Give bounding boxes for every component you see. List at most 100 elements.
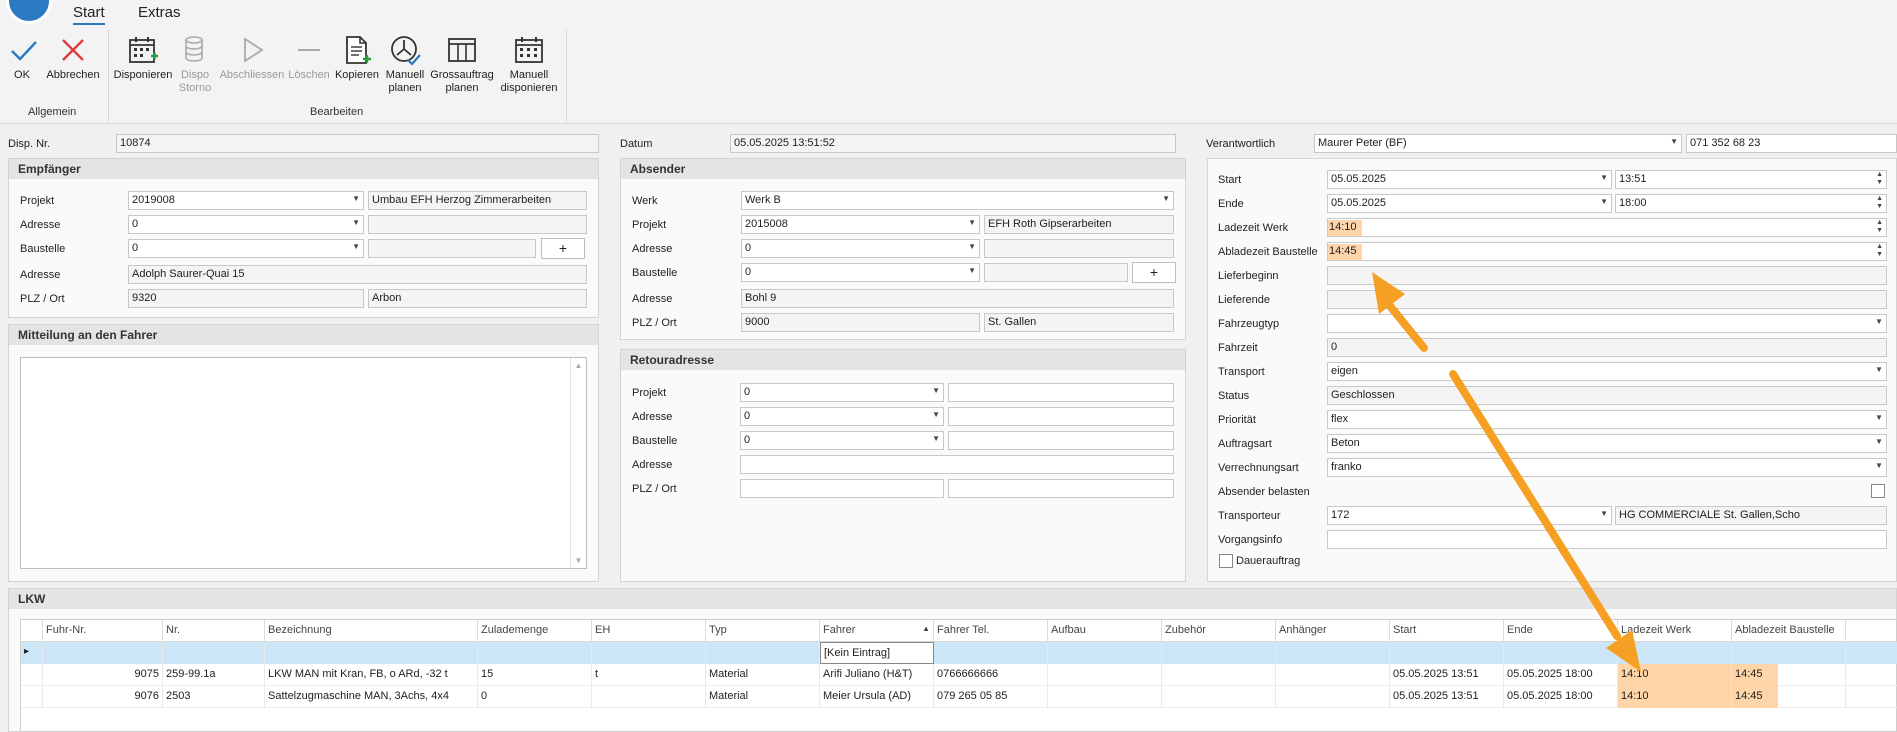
fahrzeugtyp-select[interactable]: ▼ (1327, 314, 1887, 333)
new-row-cell[interactable] (1504, 642, 1618, 664)
ende-date-select[interactable]: 05.05.2025 ▼ (1327, 194, 1612, 213)
table-cell[interactable] (1162, 686, 1276, 708)
table-cell[interactable] (1276, 686, 1390, 708)
ret-plz-field[interactable] (740, 479, 944, 498)
table-cell[interactable]: Meier Ursula (AD) (820, 686, 934, 708)
table-cell[interactable]: 05.05.2025 13:51 (1390, 664, 1504, 686)
table-cell[interactable]: 0766666666 (934, 664, 1048, 686)
new-row-cell[interactable] (592, 642, 706, 664)
new-row-cell[interactable] (934, 642, 1048, 664)
ret-adresse-text[interactable] (948, 407, 1174, 426)
new-row-cell[interactable] (1162, 642, 1276, 664)
table-cell[interactable]: 9075 (43, 664, 163, 686)
column-header[interactable]: Zulademenge (478, 620, 592, 642)
new-row-cell[interactable] (1276, 642, 1390, 664)
column-header[interactable]: Ende (1504, 620, 1618, 642)
new-row-cell[interactable] (1732, 642, 1846, 664)
table-cell[interactable]: 14:45 (1732, 664, 1846, 686)
ret-projekt-select[interactable]: 0 ▼ (740, 383, 944, 402)
table-cell[interactable]: 05.05.2025 13:51 (1390, 686, 1504, 708)
table-cell[interactable]: Material (706, 686, 820, 708)
column-header[interactable]: Start (1390, 620, 1504, 642)
table-row[interactable]: 9075 259-99.1a LKW MAN mit Kran, FB, o ARd… (21, 664, 1897, 686)
manuell-disponieren-button[interactable]: Manuell disponieren (498, 34, 560, 95)
grossauftrag-planen-button[interactable]: Grossauftrag planen (430, 34, 494, 95)
loeschen-button[interactable]: Löschen (288, 34, 330, 82)
empf-add-baustelle-button[interactable]: + (541, 238, 585, 259)
table-cell[interactable]: 0 (478, 686, 592, 708)
dispo-storno-button[interactable]: Dispo Storno (175, 34, 215, 95)
table-cell[interactable]: 05.05.2025 18:00 (1504, 686, 1618, 708)
table-cell[interactable]: 14:10 (1618, 686, 1732, 708)
new-row-cell[interactable] (706, 642, 820, 664)
ret-ort-field[interactable] (948, 479, 1174, 498)
column-header[interactable]: Zubehör (1162, 620, 1276, 642)
datum-field[interactable]: 05.05.2025 13:51:52 (730, 134, 1176, 153)
table-cell[interactable] (1048, 686, 1162, 708)
table-cell[interactable]: Material (706, 664, 820, 686)
new-row-cell[interactable] (265, 642, 478, 664)
abschliessen-button[interactable]: Abschliessen (219, 34, 285, 82)
prioritaet-select[interactable]: flex ▼ (1327, 410, 1887, 429)
vorgangsinfo-field[interactable] (1327, 530, 1887, 549)
column-header[interactable]: Abladezeit Baustelle (1732, 620, 1846, 642)
table-cell[interactable]: 079 265 05 85 (934, 686, 1048, 708)
ende-time-spinner[interactable]: 18:00 ▲ ▼ (1615, 194, 1887, 213)
column-header[interactable]: Typ (706, 620, 820, 642)
table-cell[interactable] (1276, 664, 1390, 686)
absender-belasten-checkbox[interactable] (1871, 484, 1885, 498)
verrechnungsart-select[interactable]: franko ▼ (1327, 458, 1887, 477)
table-cell[interactable] (592, 686, 706, 708)
auftragsart-select[interactable]: Beton ▼ (1327, 434, 1887, 453)
abladezeit-spinner[interactable]: 14:45 ▲ ▼ (1327, 242, 1887, 261)
table-cell[interactable]: 9076 (43, 686, 163, 708)
verantwortlich-select[interactable]: Maurer Peter (BF) ▼ (1314, 134, 1682, 153)
manuell-planen-button[interactable]: Manuell planen (382, 34, 428, 95)
column-header[interactable]: Fahrer Tel. (934, 620, 1048, 642)
table-cell[interactable] (1048, 664, 1162, 686)
column-header[interactable]: EH (592, 620, 706, 642)
mitteilung-textarea[interactable]: ▲ ▼ (20, 357, 587, 569)
new-row-cell[interactable] (43, 642, 163, 664)
tab-extras[interactable]: Extras (138, 4, 181, 21)
abs-projekt-select[interactable]: 2015008 ▼ (741, 215, 980, 234)
column-header[interactable]: Nr. (163, 620, 265, 642)
dauerauftrag-checkbox[interactable] (1219, 554, 1233, 568)
column-header[interactable]: Bezeichnung (265, 620, 478, 642)
disponieren-button[interactable]: Disponieren (112, 34, 174, 82)
tab-start[interactable]: Start (73, 4, 105, 25)
column-header[interactable]: Aufbau (1048, 620, 1162, 642)
table-cell[interactable]: 2503 (163, 686, 265, 708)
table-cell[interactable]: 14:45 (1732, 686, 1846, 708)
telefon-field[interactable]: 071 352 68 23 (1686, 134, 1897, 153)
scrollbar[interactable]: ▲ ▼ (570, 358, 586, 568)
table-cell[interactable]: 259-99.1a (163, 664, 265, 686)
new-row-cell[interactable] (163, 642, 265, 664)
table-cell[interactable]: LKW MAN mit Kran, FB, o ARd, -32 t (265, 664, 478, 686)
column-header[interactable]: Fahrer ▲ (820, 620, 934, 642)
ret-baustelle-text[interactable] (948, 431, 1174, 450)
abs-baustelle-select[interactable]: 0 ▼ (741, 263, 980, 282)
column-header[interactable]: Fuhr-Nr. (43, 620, 163, 642)
disp-nr-field[interactable]: 10874 (116, 134, 599, 153)
ret-adresse2-field[interactable] (740, 455, 1174, 474)
ret-projekt-text[interactable] (948, 383, 1174, 402)
abs-werk-select[interactable]: Werk B ▼ (741, 191, 1174, 210)
table-cell[interactable]: Arifi Juliano (H&T) (820, 664, 934, 686)
table-cell[interactable]: Sattelzugmaschine MAN, 3Achs, 4x4 (265, 686, 478, 708)
table-row[interactable]: 9076 2503 Sattelzugmaschine MAN, 3Achs, 4x… (21, 686, 1897, 708)
table-cell[interactable]: 15 (478, 664, 592, 686)
empf-projekt-select[interactable]: 2019008 ▼ (128, 191, 364, 210)
empf-adresse-select[interactable]: 0 ▼ (128, 215, 364, 234)
abbrechen-button[interactable]: Abbrechen (44, 34, 102, 82)
start-date-select[interactable]: 05.05.2025 ▼ (1327, 170, 1612, 189)
ret-adresse-select[interactable]: 0 ▼ (740, 407, 944, 426)
empf-baustelle-select[interactable]: 0 ▼ (128, 239, 364, 258)
grid-new-row[interactable]: ▸ [Kein Eintrag] (21, 642, 1897, 664)
abs-add-baustelle-button[interactable]: + (1132, 262, 1176, 283)
ladezeit-spinner[interactable]: 14:10 ▲ ▼ (1327, 218, 1887, 237)
table-cell[interactable]: 14:10 (1618, 664, 1732, 686)
column-header[interactable]: Anhänger (1276, 620, 1390, 642)
abs-adresse-select[interactable]: 0 ▼ (741, 239, 980, 258)
start-time-spinner[interactable]: 13:51 ▲ ▼ (1615, 170, 1887, 189)
